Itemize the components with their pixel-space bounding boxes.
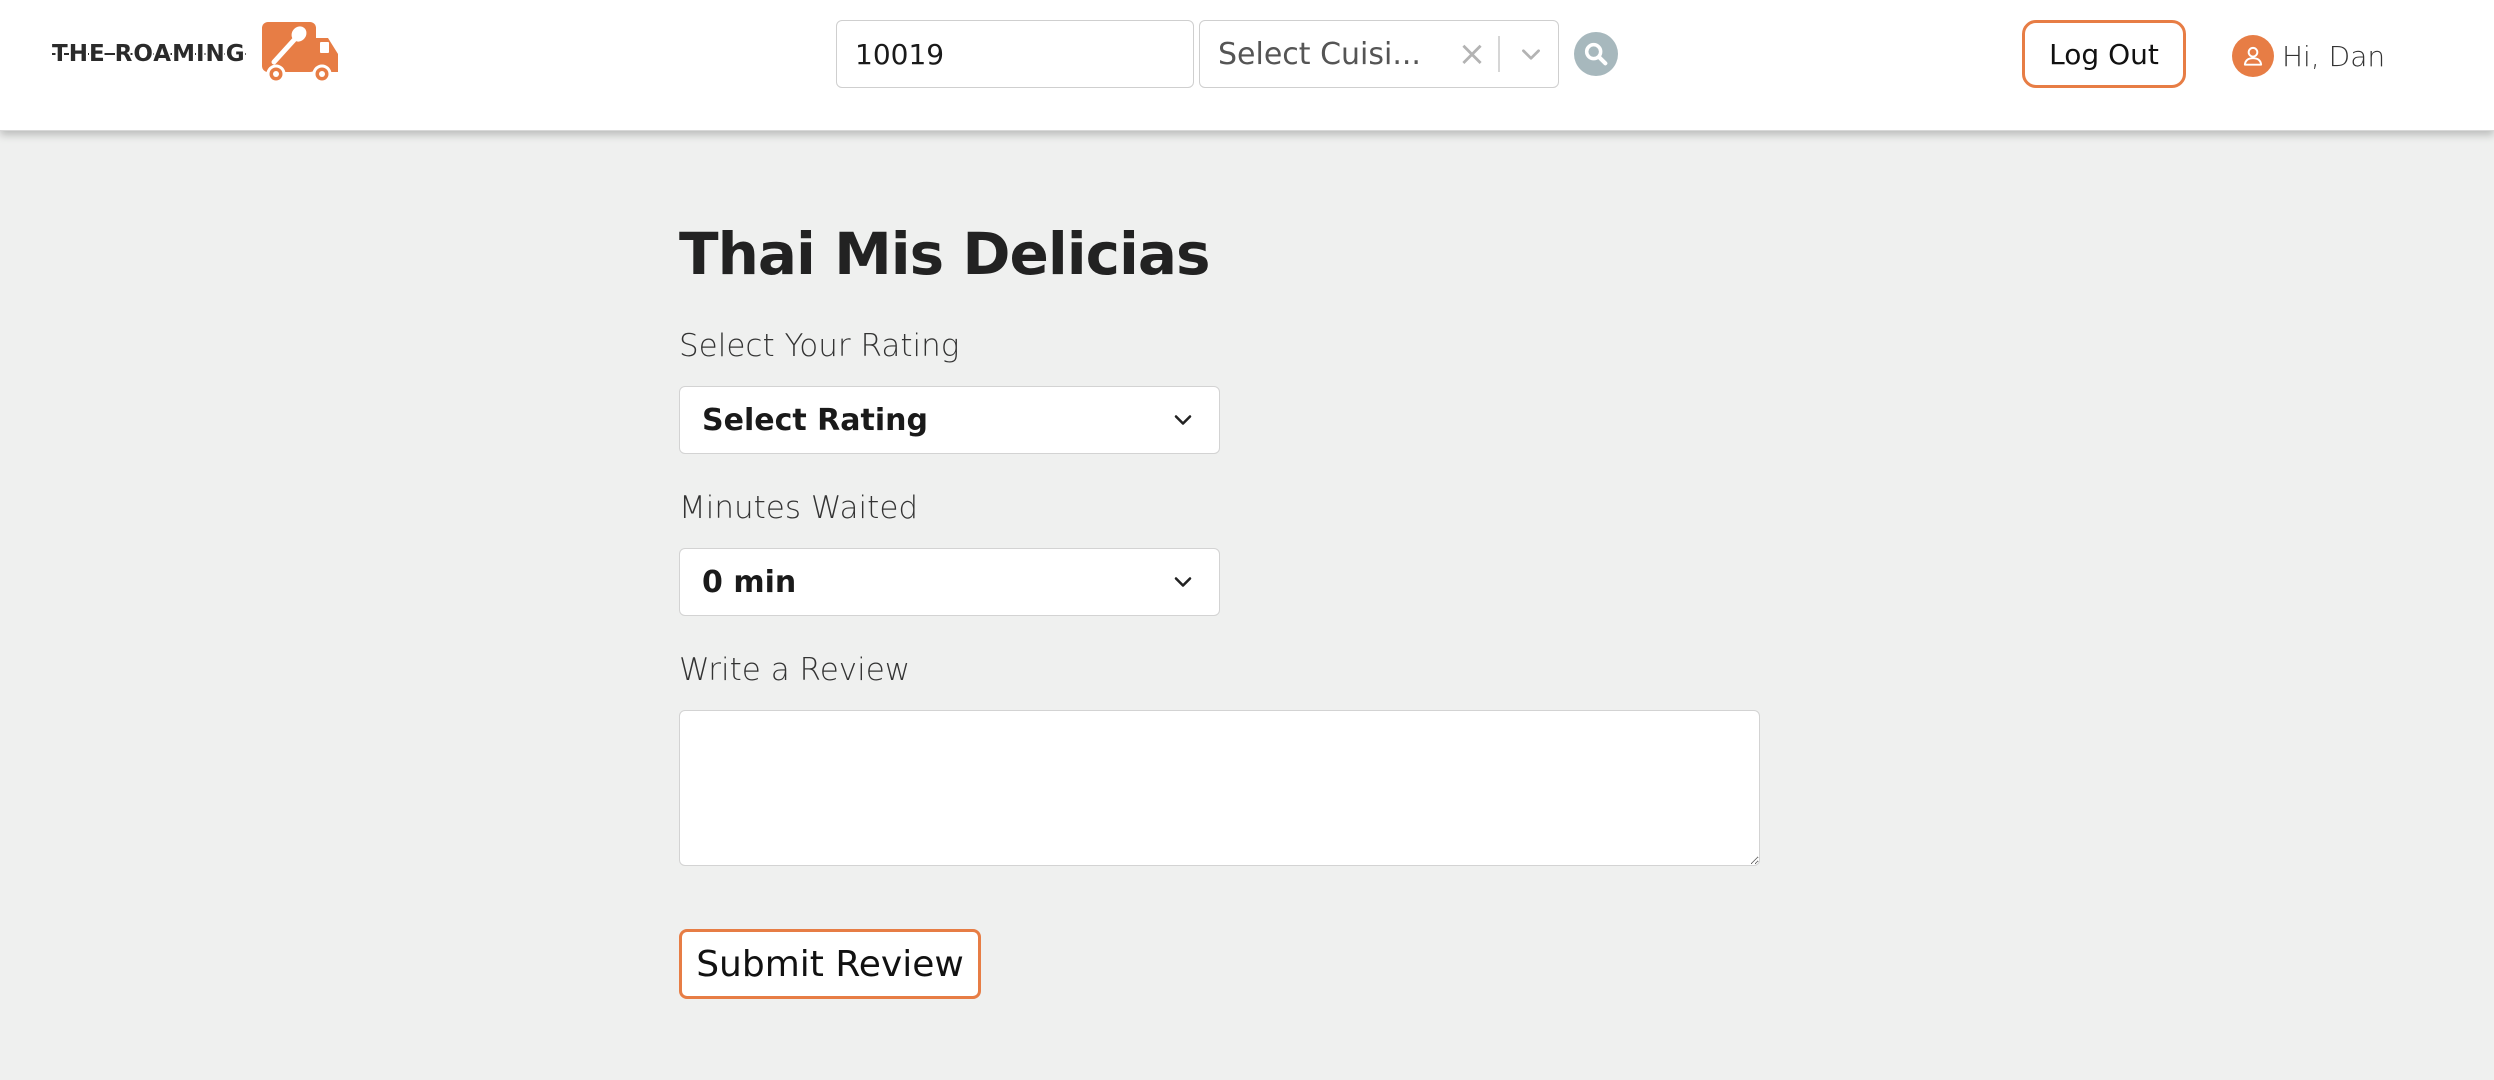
minutes-waited-value: 0 min (702, 564, 797, 600)
rating-label: Select Your Rating (679, 328, 960, 364)
close-icon[interactable]: × (1450, 21, 1494, 87)
search-icon (1584, 42, 1608, 66)
rating-select[interactable]: Select Rating (679, 386, 1220, 454)
minutes-waited-label: Minutes Waited (679, 490, 919, 526)
chevron-down-icon[interactable] (1504, 21, 1558, 87)
zip-code-input[interactable] (836, 20, 1194, 88)
review-textarea[interactable] (679, 710, 1760, 866)
avatar (2232, 35, 2274, 77)
brand-name: THE ROAMING (52, 41, 246, 67)
user-greeting: Hi, Dan (2282, 39, 2386, 73)
chevron-down-icon (1174, 415, 1192, 425)
minutes-waited-select[interactable]: 0 min (679, 548, 1220, 616)
user-icon (2243, 46, 2263, 66)
food-truck-icon (261, 22, 338, 84)
rating-select-value: Select Rating (702, 402, 928, 438)
review-label: Write a Review (679, 652, 911, 688)
logout-button[interactable]: Log Out (2022, 20, 2186, 88)
chevron-down-icon (1174, 577, 1192, 587)
brand-home-link[interactable]: THE ROAMING (52, 20, 340, 88)
search-button[interactable] (1574, 32, 1618, 76)
user-menu[interactable]: Hi, Dan (2232, 34, 2385, 78)
submit-review-button[interactable]: Submit Review (679, 929, 981, 999)
top-nav-bar: THE ROAMING Select Cuisi... × Log Out (0, 0, 2494, 131)
cuisine-select-value: Select Cuisi... (1218, 36, 1421, 72)
cuisine-select-separator (1498, 36, 1500, 72)
cuisine-select[interactable]: Select Cuisi... × (1199, 20, 1559, 88)
page-title: Thai Mis Delicias (679, 220, 1211, 288)
